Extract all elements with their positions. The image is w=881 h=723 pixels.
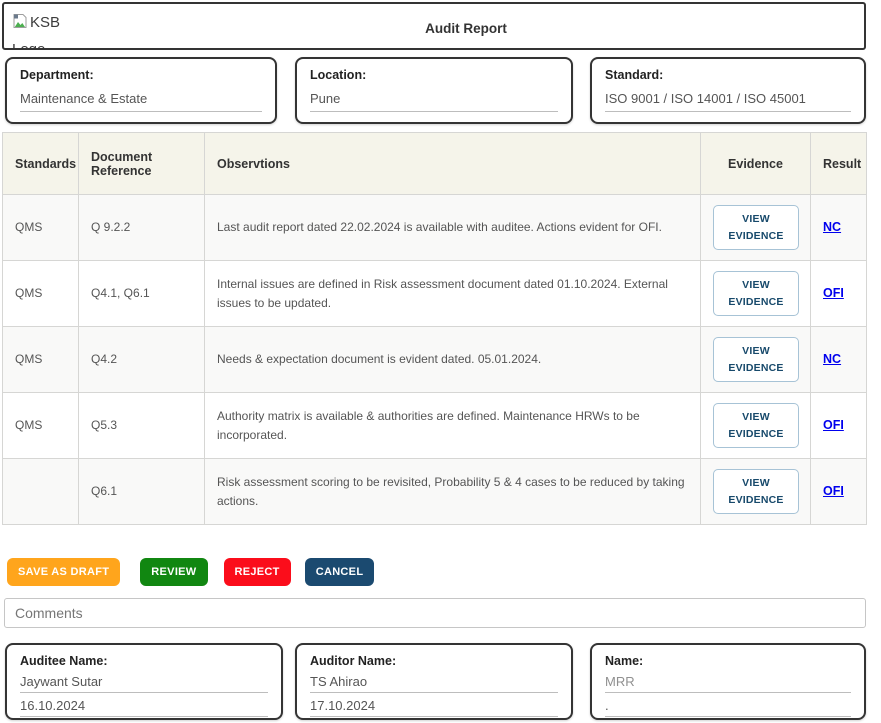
auditor-name-value[interactable]: TS Ahirao bbox=[310, 674, 558, 693]
standard-label: Standard: bbox=[605, 68, 851, 82]
cell-observation: Internal issues are defined in Risk asse… bbox=[205, 261, 701, 327]
table-row: QMS Q4.1, Q6.1 Internal issues are defin… bbox=[3, 261, 867, 327]
auditee-name-label: Auditee Name: bbox=[20, 654, 268, 668]
mrr-signature-box: Name: MRR . bbox=[590, 643, 866, 720]
table-row: QMS Q4.2 Needs & expectation document is… bbox=[3, 327, 867, 393]
cell-standard: QMS bbox=[3, 261, 79, 327]
auditee-signature-box: Auditee Name: Jaywant Sutar 16.10.2024 bbox=[5, 643, 283, 720]
cell-observation: Risk assessment scoring to be revisited,… bbox=[205, 459, 701, 525]
auditor-date-value[interactable]: 17.10.2024 bbox=[310, 698, 558, 717]
page-title: Audit Report bbox=[68, 4, 864, 36]
standard-value[interactable]: ISO 9001 / ISO 14001 / ISO 45001 bbox=[605, 91, 851, 112]
table-row: QMS Q5.3 Authority matrix is available &… bbox=[3, 393, 867, 459]
result-link[interactable]: OFI bbox=[823, 286, 844, 300]
department-label: Department: bbox=[20, 68, 262, 82]
auditor-name-label: Auditor Name: bbox=[310, 654, 558, 668]
ksb-logo-broken: KSB Logo bbox=[4, 4, 68, 50]
cell-standard: QMS bbox=[3, 393, 79, 459]
view-evidence-button[interactable]: VIEW EVIDENCE bbox=[713, 469, 799, 515]
report-header: KSB Logo Audit Report bbox=[2, 2, 866, 50]
mrr-name-label: Name: bbox=[605, 654, 851, 668]
location-fieldbox: Location: Pune bbox=[295, 57, 573, 124]
department-value[interactable]: Maintenance & Estate bbox=[20, 91, 262, 112]
mrr-name-value[interactable]: MRR bbox=[605, 674, 851, 693]
reject-button[interactable]: REJECT bbox=[224, 558, 291, 586]
cell-standard bbox=[3, 459, 79, 525]
col-header-result: Result bbox=[811, 133, 867, 195]
cell-observation: Needs & expectation document is evident … bbox=[205, 327, 701, 393]
cell-doc-ref: Q4.1, Q6.1 bbox=[79, 261, 205, 327]
view-evidence-button[interactable]: VIEW EVIDENCE bbox=[713, 403, 799, 449]
comments-input[interactable] bbox=[4, 598, 866, 628]
save-as-draft-button[interactable]: SAVE AS DRAFT bbox=[7, 558, 120, 586]
cell-doc-ref: Q6.1 bbox=[79, 459, 205, 525]
header-fields-row: Department: Maintenance & Estate Locatio… bbox=[5, 57, 881, 124]
cell-standard: QMS bbox=[3, 195, 79, 261]
view-evidence-button[interactable]: VIEW EVIDENCE bbox=[713, 337, 799, 383]
view-evidence-button[interactable]: VIEW EVIDENCE bbox=[713, 271, 799, 317]
standard-fieldbox: Standard: ISO 9001 / ISO 14001 / ISO 450… bbox=[590, 57, 866, 124]
col-header-evidence: Evidence bbox=[701, 133, 811, 195]
broken-image-icon bbox=[12, 12, 28, 37]
cell-observation: Authority matrix is available & authorit… bbox=[205, 393, 701, 459]
result-link[interactable]: OFI bbox=[823, 484, 844, 498]
col-header-observations: Observtions bbox=[205, 133, 701, 195]
result-link[interactable]: NC bbox=[823, 220, 841, 234]
view-evidence-button[interactable]: VIEW EVIDENCE bbox=[713, 205, 799, 251]
department-fieldbox: Department: Maintenance & Estate bbox=[5, 57, 277, 124]
cell-doc-ref: Q 9.2.2 bbox=[79, 195, 205, 261]
result-link[interactable]: OFI bbox=[823, 418, 844, 432]
cell-observation: Last audit report dated 22.02.2024 is av… bbox=[205, 195, 701, 261]
mrr-date-value[interactable]: . bbox=[605, 698, 851, 717]
col-header-standards: Standards bbox=[3, 133, 79, 195]
location-label: Location: bbox=[310, 68, 558, 82]
action-buttons-row: SAVE AS DRAFT REVIEW REJECT CANCEL bbox=[7, 558, 881, 586]
auditor-signature-box: Auditor Name: TS Ahirao 17.10.2024 bbox=[295, 643, 573, 720]
review-button[interactable]: REVIEW bbox=[140, 558, 207, 586]
cancel-button[interactable]: CANCEL bbox=[305, 558, 375, 586]
table-header-row: Standards Document Reference Observtions… bbox=[3, 133, 867, 195]
location-value[interactable]: Pune bbox=[310, 91, 558, 112]
col-header-doc-reference: Document Reference bbox=[79, 133, 205, 195]
cell-standard: QMS bbox=[3, 327, 79, 393]
cell-doc-ref: Q4.2 bbox=[79, 327, 205, 393]
result-link[interactable]: NC bbox=[823, 352, 841, 366]
auditee-name-value[interactable]: Jaywant Sutar bbox=[20, 674, 268, 693]
auditee-date-value[interactable]: 16.10.2024 bbox=[20, 698, 268, 717]
signature-row: Auditee Name: Jaywant Sutar 16.10.2024 A… bbox=[5, 643, 881, 720]
table-row: Q6.1 Risk assessment scoring to be revis… bbox=[3, 459, 867, 525]
cell-doc-ref: Q5.3 bbox=[79, 393, 205, 459]
audit-observations-table: Standards Document Reference Observtions… bbox=[2, 132, 867, 525]
table-row: QMS Q 9.2.2 Last audit report dated 22.0… bbox=[3, 195, 867, 261]
